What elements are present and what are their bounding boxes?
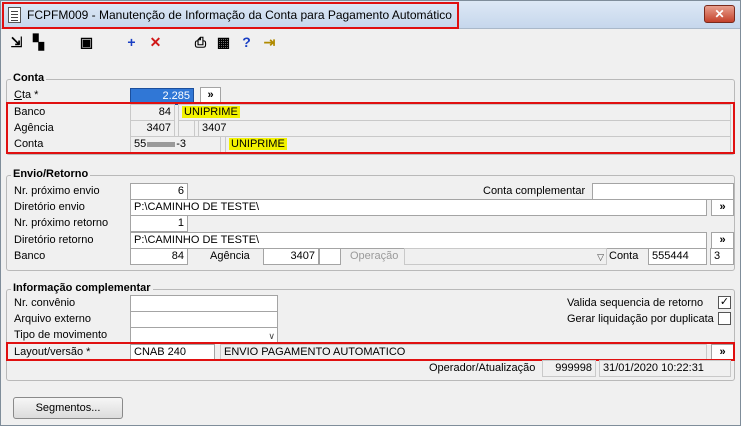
envio-conta-label: Conta [609, 250, 639, 262]
agencia-number: 3407 [130, 120, 175, 137]
copy-icon[interactable]: ▚ [30, 34, 47, 51]
conta-label: Conta [14, 138, 44, 150]
envio-conta-input[interactable]: 555444 [648, 248, 707, 265]
envio-conta-digit[interactable]: 3 [710, 248, 734, 265]
dir-retorno-input[interactable]: P:\CAMINHO DE TESTE\ [130, 232, 707, 249]
conta-compl-input[interactable] [592, 183, 734, 200]
chevron-down-icon: ∨ [268, 331, 275, 341]
banco-label: Banco [14, 106, 46, 118]
help-icon[interactable]: ? [238, 34, 255, 51]
envio-agencia-digit[interactable] [319, 248, 341, 265]
layout-desc: ENVIO PAGAMENTO AUTOMATICO [220, 344, 707, 361]
banco-name: UNIPRIME [178, 104, 731, 121]
toolbar: ⇲ ▚ ▣ + ✕ ⎙ ▦ ? ⇥ [2, 30, 740, 56]
title-bar: FCPFM009 - Manutenção de Informação da C… [1, 1, 740, 29]
layout-label: Layout/versão * [14, 346, 91, 358]
app-window: FCPFM009 - Manutenção de Informação da C… [0, 0, 741, 426]
banco-number: 84 [130, 104, 175, 121]
add-icon[interactable]: + [123, 34, 140, 51]
operador-value: 999998 [542, 360, 596, 377]
delete-icon[interactable]: ✕ [147, 34, 164, 51]
chevron-down-icon: ▽ [597, 252, 604, 262]
arquivo-input[interactable] [130, 311, 278, 328]
dir-retorno-browse-button[interactable]: » [711, 232, 734, 249]
agencia-label: Agência [14, 122, 54, 134]
segmentos-label: Segmentos... [35, 402, 101, 414]
info-title: Informação complementar [11, 282, 153, 294]
layout-lookup-button[interactable]: » [711, 344, 734, 361]
banco-name-text: UNIPRIME [182, 106, 240, 118]
conta-number-redaction [147, 141, 176, 147]
envio-agencia-label: Agência [210, 250, 250, 262]
gerar-label: Gerar liquidação por duplicata [567, 313, 714, 325]
dir-envio-label: Diretório envio [14, 201, 85, 213]
conta-compl-label: Conta complementar [483, 185, 586, 197]
envio-banco-label: Banco [14, 250, 46, 262]
gerar-checkbox[interactable] [718, 312, 731, 325]
conta-name: UNIPRIME [225, 136, 731, 153]
dir-envio-input[interactable]: P:\CAMINHO DE TESTE\ [130, 199, 707, 216]
conta-number: 55 -3 [130, 136, 221, 153]
dir-envio-browse-button[interactable]: » [711, 199, 734, 216]
segmentos-button[interactable]: Segmentos... [13, 397, 123, 419]
save-icon[interactable]: ▣ [78, 34, 95, 51]
calculator-icon[interactable]: ▦ [215, 34, 232, 51]
conta-title: Conta [11, 72, 47, 84]
export-icon[interactable]: ⇲ [8, 34, 25, 51]
envio-agencia-input[interactable]: 3407 [263, 248, 319, 265]
tipo-label: Tipo de movimento [14, 329, 108, 341]
valida-label: Valida sequencia de retorno [567, 297, 704, 309]
prox-envio-label: Nr. próximo envio [14, 185, 100, 197]
prox-retorno-input[interactable]: 1 [130, 215, 188, 232]
tipo-select[interactable]: ∨ [130, 327, 278, 344]
document-icon [8, 7, 21, 23]
exit-icon[interactable]: ⇥ [261, 34, 278, 51]
cta-lookup-button[interactable]: » [200, 87, 221, 104]
agencia-code: 3407 [198, 120, 731, 137]
convenio-label: Nr. convênio [14, 297, 76, 309]
atualizacao-value: 31/01/2020 10:22:31 [599, 360, 731, 377]
prox-envio-input[interactable]: 6 [130, 183, 188, 200]
dir-retorno-label: Diretório retorno [14, 234, 94, 246]
layout-code-input[interactable]: CNAB 240 [130, 344, 215, 361]
arquivo-label: Arquivo externo [14, 313, 92, 325]
print-icon[interactable]: ⎙ [192, 34, 209, 51]
agencia-digit [178, 120, 195, 137]
close-button[interactable]: ✕ [704, 5, 735, 23]
conta-number-suffix: -3 [176, 138, 187, 150]
operacao-label: Operação [350, 250, 399, 262]
operacao-select[interactable]: ▽ [404, 248, 607, 265]
operador-label: Operador/Atualização [429, 362, 536, 374]
convenio-input[interactable] [130, 295, 278, 312]
window-title: FCPFM009 - Manutenção de Informação da C… [27, 8, 452, 22]
cta-input[interactable]: 2.285 [130, 88, 194, 105]
prox-retorno-label: Nr. próximo retorno [14, 217, 109, 229]
cta-label: Cta * [14, 89, 39, 101]
conta-name-text: UNIPRIME [229, 138, 287, 150]
envio-banco-input[interactable]: 84 [130, 248, 188, 265]
conta-number-prefix: 55 [134, 138, 147, 150]
valida-checkbox[interactable]: ✓ [718, 296, 731, 309]
envio-title: Envio/Retorno [11, 168, 91, 180]
